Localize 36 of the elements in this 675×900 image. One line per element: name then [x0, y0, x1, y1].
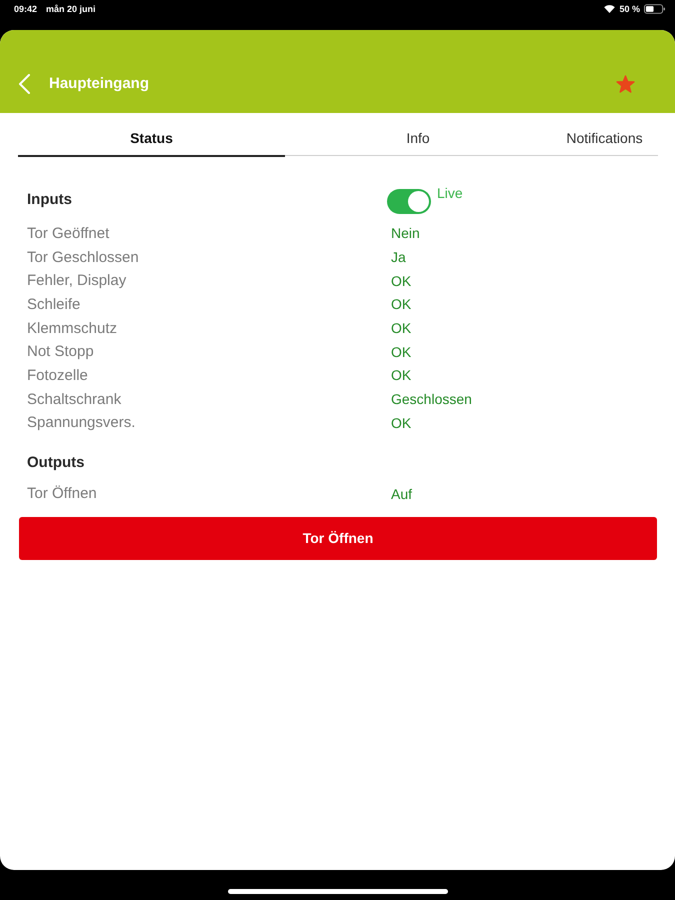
battery-percentage: 50 %: [619, 3, 640, 15]
input-value: OK: [391, 272, 412, 290]
output-value: Auf: [391, 486, 412, 503]
input-label: Fehler, Display: [27, 272, 126, 290]
input-value: Nein: [391, 225, 420, 242]
input-label: Tor Geschlossen: [27, 248, 139, 267]
tab[interactable]: Info: [285, 113, 551, 156]
favorite-star-icon[interactable]: [616, 74, 635, 92]
input-value: OK: [391, 414, 412, 432]
tab[interactable]: Notifications: [551, 113, 658, 156]
input-value: OK: [391, 367, 412, 384]
tab[interactable]: Status: [18, 113, 285, 157]
input-label: Tor Geöffnet: [27, 224, 110, 243]
status-date: mån 20 juni: [46, 3, 96, 15]
input-value: OK: [391, 320, 412, 338]
live-toggle[interactable]: [387, 188, 431, 214]
input-label: Schleife: [27, 296, 80, 314]
input-value: Geschlossen: [391, 391, 472, 408]
live-label: Live: [437, 184, 463, 200]
input-label: Schaltschrank: [27, 390, 122, 409]
input-value: Ja: [391, 249, 406, 266]
page-title: Haupteingang: [49, 74, 149, 94]
wifi-icon: [604, 5, 616, 13]
input-label: Fotozelle: [27, 366, 88, 385]
input-value: OK: [391, 296, 412, 314]
input-value: OK: [391, 344, 412, 361]
section-heading: Outputs: [27, 454, 86, 471]
back-chevron-icon[interactable]: [18, 74, 30, 94]
section-heading: Inputs: [27, 190, 73, 208]
open-gate-button[interactable]: Tor Öffnen: [19, 516, 657, 560]
battery-icon: [644, 4, 665, 14]
input-label: Klemmschutz: [27, 320, 118, 338]
input-label: Not Stopp: [27, 343, 94, 362]
output-label: Tor Öffnen: [27, 485, 97, 504]
status-time: 09:42: [14, 3, 38, 15]
input-label: Spannungsvers.: [27, 414, 136, 432]
